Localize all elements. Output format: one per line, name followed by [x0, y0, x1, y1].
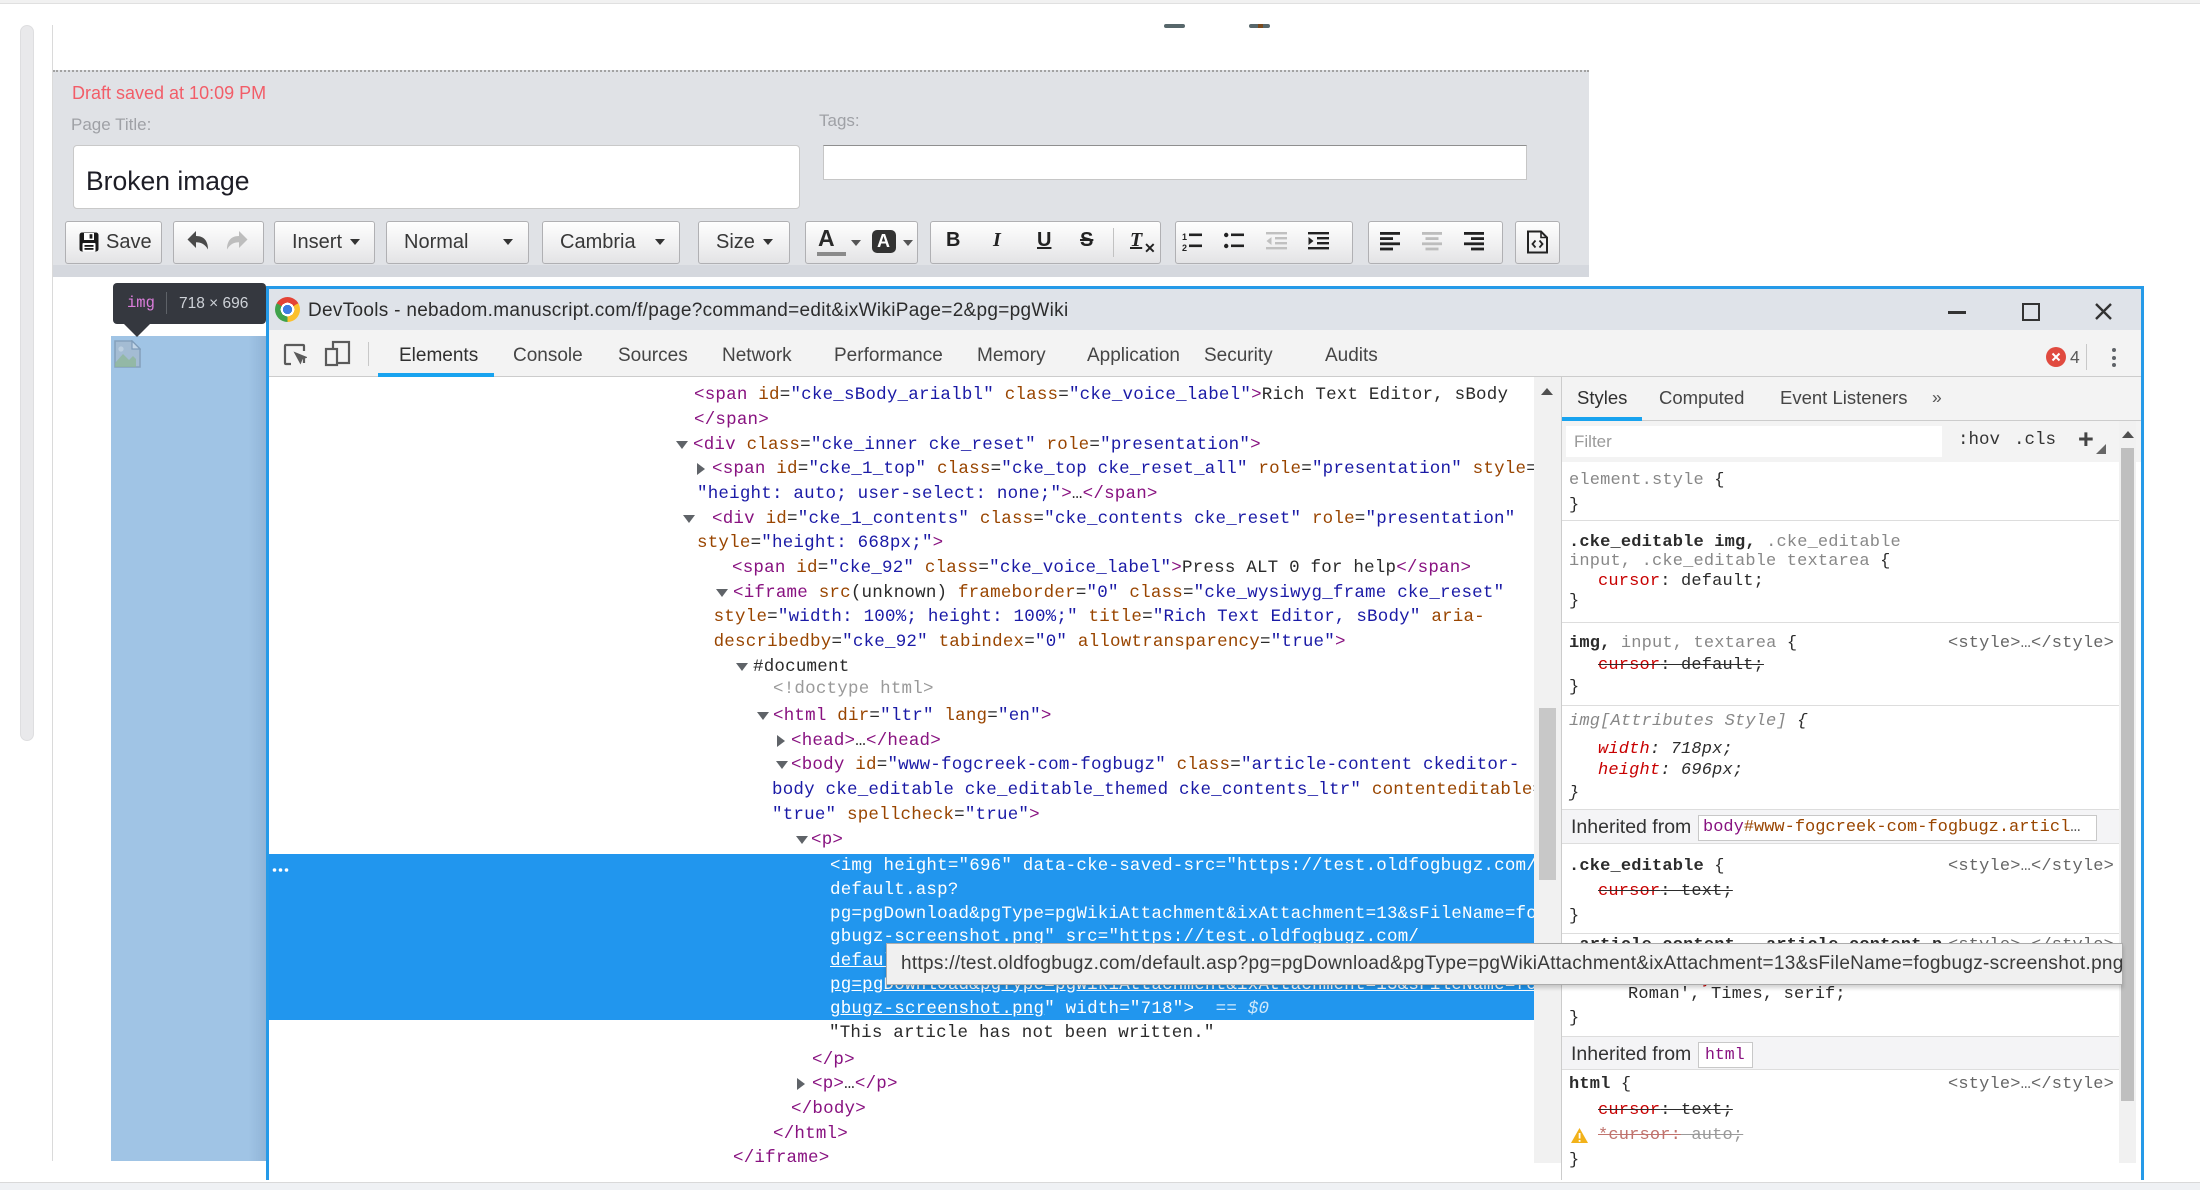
svg-text:1: 1 [1182, 232, 1187, 242]
svg-text:2: 2 [1182, 243, 1187, 252]
